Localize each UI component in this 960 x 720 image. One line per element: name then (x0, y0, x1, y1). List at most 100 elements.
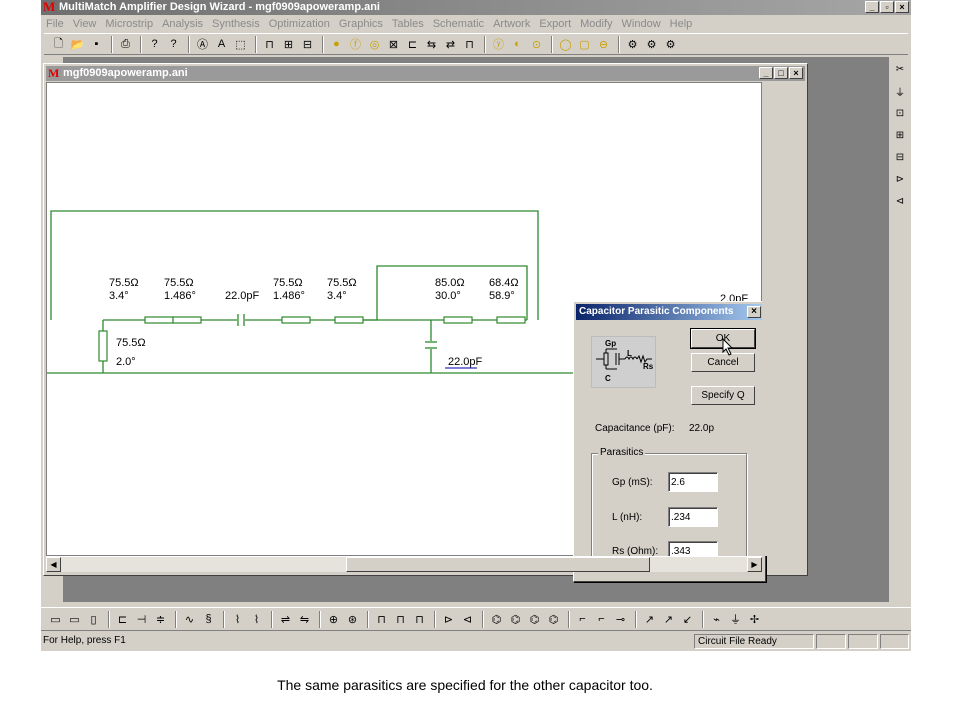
tline-b-icon[interactable]: ⇋ (296, 611, 313, 628)
menu-modify[interactable]: Modify (580, 18, 612, 30)
xfmr-c-icon[interactable]: ⌬ (526, 611, 543, 628)
component-a-icon[interactable]: ⊓ (261, 36, 278, 53)
menu-microstrip[interactable]: Microstrip (105, 18, 153, 30)
menu-window[interactable]: Window (622, 18, 661, 30)
close-button[interactable]: × (895, 1, 909, 13)
menu-graphics[interactable]: Graphics (339, 18, 383, 30)
bend-b-icon[interactable]: ⌐ (593, 611, 610, 628)
new-file-icon[interactable]: 🗋 (50, 36, 67, 53)
circle-y-icon[interactable]: ⓨ (490, 36, 507, 53)
child-maximize-button[interactable]: □ (774, 67, 788, 79)
zoom-box-icon[interactable]: ⊡ (891, 104, 909, 122)
series-box-icon[interactable]: ⊏ (114, 611, 131, 628)
tool-b-icon[interactable]: ⚙ (643, 36, 660, 53)
diode-b-icon[interactable]: ⊲ (459, 611, 476, 628)
network-b-icon[interactable]: ⊛ (344, 611, 361, 628)
swap-icon[interactable]: ⇆ (423, 36, 440, 53)
via-icon[interactable]: ⌁ (708, 611, 725, 628)
open-folder-icon[interactable]: 📂 (69, 36, 86, 53)
rs-diagram-label: Rs (643, 362, 654, 371)
line4-z-label: 75.5Ω (327, 277, 357, 289)
child-close-button[interactable]: × (789, 67, 803, 79)
target-icon[interactable]: ◎ (366, 36, 383, 53)
l-field[interactable] (668, 507, 718, 527)
scroll-left-icon[interactable]: ◀ (46, 557, 61, 572)
circle-f-icon[interactable]: ⓕ (347, 36, 364, 53)
dialog-close-button[interactable]: × (747, 306, 761, 318)
minimize-button[interactable]: _ (865, 1, 879, 13)
shunt-cap-label[interactable]: 22.0pF (448, 356, 482, 368)
port-in-icon[interactable]: ⊳ (891, 170, 909, 188)
select-icon[interactable]: ⬚ (232, 36, 249, 53)
component-b-icon[interactable]: ⊞ (280, 36, 297, 53)
line-tool-a-icon[interactable]: Ⓐ (194, 36, 211, 53)
menu-export[interactable]: Export (539, 18, 571, 30)
menu-tables[interactable]: Tables (392, 18, 424, 30)
line-tool-b-icon[interactable]: A (213, 36, 230, 53)
menu-analysis[interactable]: Analysis (162, 18, 203, 30)
resistor-h-icon[interactable]: ▭ (47, 611, 64, 628)
plug-icon[interactable]: ⊏ (404, 36, 421, 53)
tool-a-icon[interactable]: ⚙ (624, 36, 641, 53)
menu-optimization[interactable]: Optimization (269, 18, 330, 30)
rlc-series-icon[interactable]: ⌇ (229, 611, 246, 628)
box-x-icon[interactable]: ⊠ (385, 36, 402, 53)
ground-right-icon[interactable]: ⏚ (891, 82, 909, 100)
tool-c-icon[interactable]: ⚙ (662, 36, 679, 53)
diag-b-icon[interactable]: ↗ (660, 611, 677, 628)
print-icon[interactable]: ⎙ (117, 36, 134, 53)
horizontal-scrollbar[interactable]: ◀ ▶ (46, 556, 762, 572)
coupler-b-icon[interactable]: ⊓ (392, 611, 409, 628)
inductor-h-icon[interactable]: ▭ (66, 611, 83, 628)
bend-c-icon[interactable]: ⊸ (612, 611, 629, 628)
pulse-icon[interactable]: ⊓ (461, 36, 478, 53)
transfer-icon[interactable]: ⇄ (442, 36, 459, 53)
schematic-canvas[interactable]: 75.5Ω 3.4° 75.5Ω 1.486° 22.0pF 75.5Ω 1.4… (46, 82, 766, 582)
menu-schematic[interactable]: Schematic (433, 18, 484, 30)
save-icon[interactable]: ▪ (88, 36, 105, 53)
zoom-in-icon[interactable]: ⊞ (891, 126, 909, 144)
rlc-shunt-icon[interactable]: ⌇ (248, 611, 265, 628)
context-help-icon[interactable]: ? (165, 36, 182, 53)
tline-a-icon[interactable]: ⇌ (277, 611, 294, 628)
scissors-icon[interactable]: ✂ (891, 60, 909, 78)
cross-bottom-icon[interactable]: ✢ (746, 611, 763, 628)
minus-circle-icon[interactable]: ⊖ (595, 36, 612, 53)
menu-artwork[interactable]: Artwork (493, 18, 530, 30)
specify-q-button[interactable]: Specify Q (691, 386, 755, 405)
menu-file[interactable]: File (46, 18, 64, 30)
coupler-c-icon[interactable]: ⊓ (411, 611, 428, 628)
ring-icon[interactable]: ◯ (557, 36, 574, 53)
menu-help[interactable]: Help (670, 18, 693, 30)
xfmr-a-icon[interactable]: ⌬ (488, 611, 505, 628)
restore-button[interactable]: ▫ (880, 1, 894, 13)
bend-a-icon[interactable]: ⌐ (574, 611, 591, 628)
circle-icon[interactable]: ● (328, 36, 345, 53)
zoom-out-icon[interactable]: ⊟ (891, 148, 909, 166)
component-c-icon[interactable]: ⊟ (299, 36, 316, 53)
coil-shunt-icon[interactable]: § (200, 611, 217, 628)
diode-a-icon[interactable]: ⊳ (440, 611, 457, 628)
square-icon[interactable]: ▢ (576, 36, 593, 53)
coupler-a-icon[interactable]: ⊓ (373, 611, 390, 628)
menu-view[interactable]: View (73, 18, 97, 30)
child-minimize-button[interactable]: _ (759, 67, 773, 79)
xfmr-b-icon[interactable]: ⌬ (507, 611, 524, 628)
cap-shunt-icon[interactable]: ≑ (152, 611, 169, 628)
help-icon[interactable]: ? (146, 36, 163, 53)
circle-left-icon[interactable]: ◐ (509, 36, 526, 53)
xfmr-d-icon[interactable]: ⌬ (545, 611, 562, 628)
circle-dot-icon[interactable]: ⊙ (528, 36, 545, 53)
coil-series-icon[interactable]: ∿ (181, 611, 198, 628)
network-a-icon[interactable]: ⊕ (325, 611, 342, 628)
ground-bottom-icon[interactable]: ⏚ (727, 611, 744, 628)
diag-c-icon[interactable]: ↙ (679, 611, 696, 628)
port-out-icon[interactable]: ⊲ (891, 192, 909, 210)
scroll-thumb[interactable] (346, 557, 650, 572)
inductor-v-icon[interactable]: ▯ (85, 611, 102, 628)
scroll-right-icon[interactable]: ▶ (747, 557, 762, 572)
diag-a-icon[interactable]: ↗ (641, 611, 658, 628)
cap-series-icon[interactable]: ⊣ (133, 611, 150, 628)
menu-synthesis[interactable]: Synthesis (212, 18, 260, 30)
gp-field[interactable] (668, 472, 718, 492)
